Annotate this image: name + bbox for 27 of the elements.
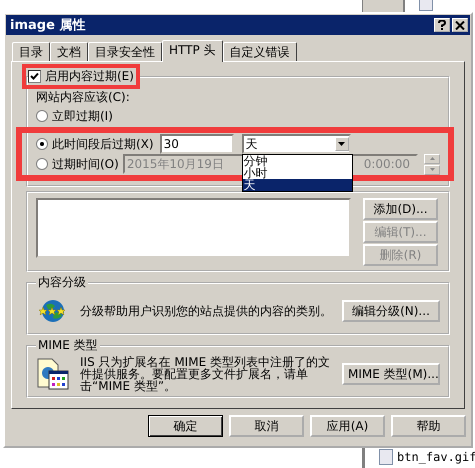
number-field[interactable]: 30	[160, 134, 234, 154]
tab[interactable]: 目录安全性	[88, 42, 162, 61]
header-button[interactable]: 添加(D)...	[363, 198, 438, 220]
description-text: IIS 只为扩展名在 MIME 类型列表中注册了的文件提供服务。要配置更多文件扩展名，请单击“MIME 类型”。	[80, 356, 331, 392]
group-title: 内容分级	[37, 275, 87, 289]
checkbox-label: 启用内容过期(E)	[45, 68, 134, 85]
dialog-button[interactable]: 应用(A)	[310, 415, 385, 437]
tab[interactable]: 目录	[12, 42, 50, 61]
tab[interactable]: 文档	[50, 42, 88, 61]
radio-label: 立即过期(I)	[52, 108, 113, 124]
group-title: MIME 类型	[37, 338, 99, 352]
dialog-button[interactable]: 帮助	[391, 415, 466, 437]
mime-types-button[interactable]: MIME 类型(M)...	[342, 363, 440, 385]
radio-label: 此时间段后过期(X)	[52, 136, 154, 152]
description-text: 分级帮助用户识别您的站点提供的内容的类别。	[80, 305, 332, 317]
dialog-button[interactable]: 取消	[229, 415, 304, 437]
edit-ratings-button[interactable]: 编辑分级(N)...	[342, 300, 440, 322]
window-title: image 属性	[10, 17, 86, 34]
label: 网站内容应该(C):	[36, 89, 131, 106]
tab[interactable]: HTTP 头	[162, 40, 223, 62]
dropdown-item[interactable]: 分钟	[242, 155, 352, 167]
radio-label: 过期时间(O)	[52, 156, 119, 172]
dropdown-item[interactable]: 小时	[242, 167, 352, 179]
dropdown-item[interactable]: 天	[242, 179, 352, 191]
dialog-button[interactable]: 确定	[148, 415, 223, 437]
unit-dropdown[interactable]: 天	[242, 134, 351, 154]
tab[interactable]: 自定义错误	[222, 42, 297, 61]
